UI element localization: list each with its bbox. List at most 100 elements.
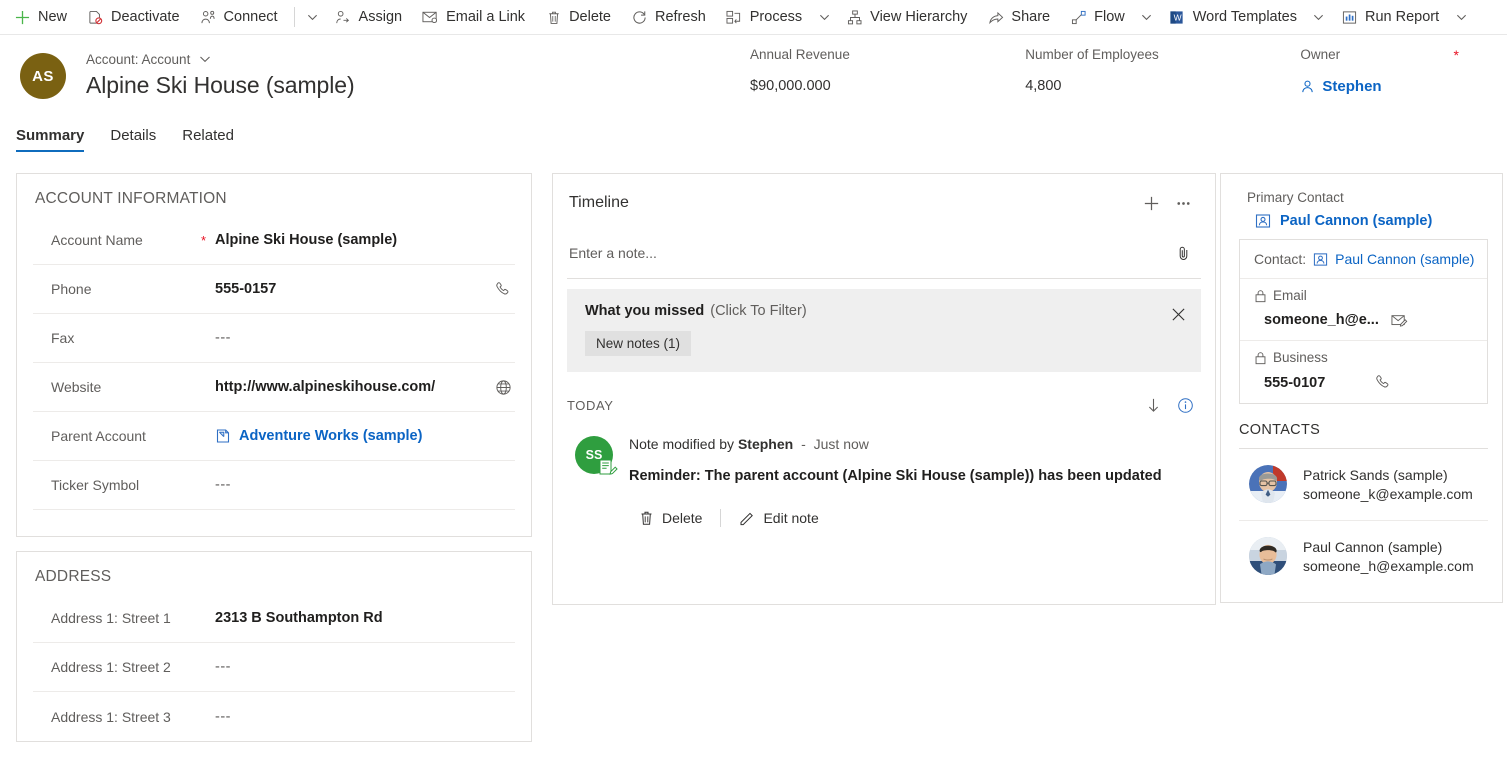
list-item[interactable]: Paul Cannon (sample) someone_h@example.c… bbox=[1239, 521, 1488, 592]
field-phone[interactable]: Phone 555-0157 bbox=[33, 265, 515, 314]
command-assign[interactable]: Assign bbox=[325, 0, 413, 34]
globe-icon[interactable] bbox=[491, 379, 515, 396]
parent-account-link[interactable]: Adventure Works (sample) bbox=[215, 428, 491, 444]
command-email-a-link[interactable]: Email a Link bbox=[412, 0, 535, 34]
tab-summary[interactable]: Summary bbox=[16, 127, 84, 152]
field-address-street-1[interactable]: Address 1: Street 1 2313 B Southampton R… bbox=[33, 594, 515, 643]
trash-icon bbox=[639, 510, 654, 526]
timeline-add-button[interactable] bbox=[1135, 188, 1167, 218]
section-title: ADDRESS bbox=[17, 552, 531, 594]
field-address-street-3[interactable]: Address 1: Street 3 --- bbox=[33, 692, 515, 741]
command-process[interactable]: Process bbox=[716, 0, 812, 34]
command-email-a-link-label: Email a Link bbox=[446, 9, 525, 25]
header-fields: Annual Revenue $90,000.000 Number of Emp… bbox=[750, 47, 1497, 95]
close-icon[interactable] bbox=[1165, 301, 1191, 327]
field-value: Alpine Ski House (sample) bbox=[215, 232, 491, 248]
command-connect-caret[interactable] bbox=[301, 0, 325, 34]
note-edit-label: Edit note bbox=[763, 510, 818, 526]
timeline-more-button[interactable] bbox=[1167, 188, 1199, 218]
field-label: Website bbox=[33, 379, 201, 395]
pencil-icon bbox=[739, 510, 755, 526]
field-website[interactable]: Website http://www.alpineskihouse.com/ bbox=[33, 363, 515, 412]
command-flow[interactable]: Flow bbox=[1060, 0, 1135, 34]
field-value: --- bbox=[215, 709, 491, 725]
required-marker: * bbox=[1454, 47, 1459, 63]
account-entity-icon bbox=[215, 428, 231, 444]
email-icon[interactable] bbox=[1391, 313, 1408, 328]
command-run-report-caret[interactable] bbox=[1449, 0, 1473, 34]
command-new[interactable]: New bbox=[4, 0, 77, 34]
entity-label: Account: Account bbox=[86, 52, 190, 67]
header-field-value: $90,000.000 bbox=[750, 78, 1025, 94]
note-text: Reminder: The parent account (Alpine Ski… bbox=[629, 468, 1201, 484]
primary-contact-name: Paul Cannon (sample) bbox=[1280, 213, 1432, 229]
attachment-icon[interactable] bbox=[1167, 238, 1199, 268]
command-refresh-label: Refresh bbox=[655, 9, 706, 25]
field-address-street-2[interactable]: Address 1: Street 2 --- bbox=[33, 643, 515, 692]
contact-quickview: Contact: Paul Cannon (sample) Email so bbox=[1239, 239, 1488, 404]
timeline-panel: Timeline Enter a note... What you missed… bbox=[552, 173, 1216, 605]
header-field-value: 4,800 bbox=[1025, 78, 1300, 94]
left-column: ACCOUNT INFORMATION Account Name * Alpin… bbox=[0, 173, 548, 765]
list-item[interactable]: Patrick Sands (sample) someone_k@example… bbox=[1239, 449, 1488, 521]
header-field-label: Owner bbox=[1300, 47, 1497, 69]
contact-name: Patrick Sands (sample) bbox=[1303, 467, 1473, 483]
command-share-label: Share bbox=[1011, 9, 1050, 25]
command-share[interactable]: Share bbox=[977, 0, 1060, 34]
field-ticker-symbol[interactable]: Ticker Symbol --- bbox=[33, 461, 515, 510]
primary-contact-link[interactable]: Paul Cannon (sample) bbox=[1221, 205, 1502, 239]
owner-link[interactable]: Stephen bbox=[1300, 78, 1497, 95]
note-input[interactable]: Enter a note... bbox=[569, 245, 1167, 261]
connect-icon bbox=[200, 9, 217, 26]
tab-details[interactable]: Details bbox=[110, 127, 156, 152]
command-process-caret[interactable] bbox=[812, 0, 836, 34]
note-timestamp: Just now bbox=[814, 436, 869, 452]
command-word-templates-caret[interactable] bbox=[1307, 0, 1331, 34]
chevron-down-icon[interactable] bbox=[199, 53, 211, 65]
command-run-report[interactable]: Run Report bbox=[1331, 0, 1449, 34]
command-separator bbox=[294, 7, 295, 27]
field-value: 555-0157 bbox=[215, 281, 491, 297]
quickview-field-label-row: Business bbox=[1254, 350, 1473, 365]
address-section: ADDRESS Address 1: Street 1 2313 B South… bbox=[16, 551, 532, 742]
note-body: Note modified by Stephen - Just now Remi… bbox=[629, 430, 1201, 530]
info-icon[interactable] bbox=[1169, 390, 1201, 420]
field-value: http://www.alpineskihouse.com/ bbox=[215, 379, 491, 395]
command-connect-label: Connect bbox=[224, 9, 278, 25]
header-field-number-of-employees: Number of Employees 4,800 bbox=[1025, 47, 1300, 95]
note-delete-button[interactable]: Delete bbox=[629, 506, 712, 530]
contact-quickview-name[interactable]: Paul Cannon (sample) bbox=[1335, 251, 1474, 267]
timeline-date-group: TODAY bbox=[567, 390, 1201, 420]
command-view-hierarchy[interactable]: View Hierarchy bbox=[836, 0, 977, 34]
note-meta-separator: - bbox=[801, 436, 806, 452]
page-title: Alpine Ski House (sample) bbox=[86, 72, 355, 99]
note-author: Stephen bbox=[738, 436, 793, 452]
note-input-row[interactable]: Enter a note... bbox=[567, 230, 1201, 279]
phone-icon[interactable] bbox=[1375, 374, 1392, 391]
deactivate-icon bbox=[87, 9, 104, 26]
column-spacer bbox=[16, 537, 532, 551]
middle-column: Timeline Enter a note... What you missed… bbox=[548, 173, 1220, 765]
sort-descending-icon[interactable] bbox=[1137, 390, 1169, 420]
quickview-email-value: someone_h@e... bbox=[1264, 312, 1379, 328]
command-deactivate[interactable]: Deactivate bbox=[77, 0, 190, 34]
contact-icon bbox=[1255, 213, 1271, 229]
command-word-templates[interactable]: W Word Templates bbox=[1159, 0, 1307, 34]
phone-icon[interactable] bbox=[491, 281, 515, 298]
contact-icon bbox=[1313, 252, 1328, 267]
command-delete[interactable]: Delete bbox=[535, 0, 621, 34]
command-connect[interactable]: Connect bbox=[190, 0, 288, 34]
field-fax[interactable]: Fax --- bbox=[33, 314, 515, 363]
form-body: ACCOUNT INFORMATION Account Name * Alpin… bbox=[0, 165, 1507, 765]
command-flow-caret[interactable] bbox=[1135, 0, 1159, 34]
new-notes-chip[interactable]: New notes (1) bbox=[585, 331, 691, 356]
field-account-name[interactable]: Account Name * Alpine Ski House (sample) bbox=[33, 216, 515, 265]
command-refresh[interactable]: Refresh bbox=[621, 0, 716, 34]
tab-related[interactable]: Related bbox=[182, 127, 234, 152]
word-icon: W bbox=[1169, 9, 1186, 26]
note-edit-button[interactable]: Edit note bbox=[729, 506, 828, 530]
field-parent-account[interactable]: Parent Account Adventure Works (sample) bbox=[33, 412, 515, 461]
timeline-date-label: TODAY bbox=[567, 398, 1137, 413]
command-word-templates-label: Word Templates bbox=[1193, 9, 1297, 25]
record-titles: Account: Account Alpine Ski House (sampl… bbox=[86, 45, 355, 99]
